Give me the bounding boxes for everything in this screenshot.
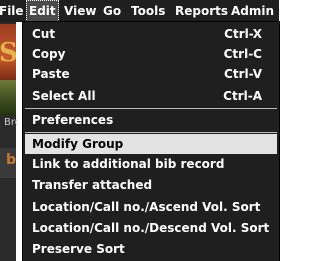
menu-item-cut[interactable]: Cut Ctrl-X: [25, 24, 277, 44]
menu-file[interactable]: File: [0, 0, 27, 22]
menu-view[interactable]: View: [61, 0, 99, 22]
menu-item-paste[interactable]: Paste Ctrl-V: [25, 64, 277, 84]
menu-separator: [25, 132, 277, 133]
menu-item-shortcut: Ctrl-V: [224, 67, 262, 81]
menu-item-descend-vol-sort[interactable]: Location/Call no./Descend Vol. Sort: [25, 218, 277, 238]
menu-item-select-all[interactable]: Select All Ctrl-A: [25, 86, 277, 106]
menu-reports[interactable]: Reports: [172, 0, 231, 22]
menu-item-label: Select All: [32, 89, 96, 103]
menu-item-shortcut: Ctrl-C: [223, 47, 262, 61]
menu-go[interactable]: Go: [100, 0, 124, 22]
menu-admin[interactable]: Admin: [228, 0, 277, 22]
edit-menu-dropdown: Cut Ctrl-X Copy Ctrl-C Paste Ctrl-V Sele…: [23, 22, 279, 261]
app-banner-image: S: [0, 24, 16, 80]
menu-item-label: Preferences: [32, 113, 114, 127]
banner-landscape-image: [0, 80, 16, 116]
background-icon: b: [6, 152, 17, 168]
menu-item-label: Modify Group: [32, 137, 124, 151]
menu-edit[interactable]: Edit: [26, 0, 59, 22]
menu-item-label: Cut: [32, 27, 56, 41]
banner-logo: S: [0, 38, 16, 68]
menu-item-shortcut: Ctrl-A: [223, 89, 262, 103]
menu-bar: File Edit View Go Tools Reports Admin: [0, 0, 279, 22]
menu-item-label: Link to additional bib record: [32, 157, 225, 171]
menu-item-link-bib-record[interactable]: Link to additional bib record: [25, 154, 277, 174]
menu-item-modify-group[interactable]: Modify Group: [25, 134, 277, 154]
menu-tools[interactable]: Tools: [128, 0, 168, 22]
menu-item-label: Transfer attached: [32, 178, 153, 192]
menu-item-shortcut: Ctrl-X: [224, 27, 262, 41]
menu-item-transfer-attached[interactable]: Transfer attached: [25, 175, 277, 195]
menu-item-ascend-vol-sort[interactable]: Location/Call no./Ascend Vol. Sort: [25, 197, 277, 217]
menu-separator: [25, 108, 277, 109]
menu-item-preferences[interactable]: Preferences: [25, 110, 277, 130]
menu-item-label: Location/Call no./Descend Vol. Sort: [32, 221, 270, 235]
menu-item-label: Paste: [32, 67, 70, 81]
menu-item-preserve-sort[interactable]: Preserve Sort: [25, 239, 277, 259]
menu-item-copy[interactable]: Copy Ctrl-C: [25, 44, 277, 64]
background-label: Bro: [4, 117, 18, 128]
menu-item-label: Location/Call no./Ascend Vol. Sort: [32, 200, 261, 214]
menu-item-label: Preserve Sort: [32, 242, 125, 256]
menu-item-label: Copy: [32, 47, 66, 61]
